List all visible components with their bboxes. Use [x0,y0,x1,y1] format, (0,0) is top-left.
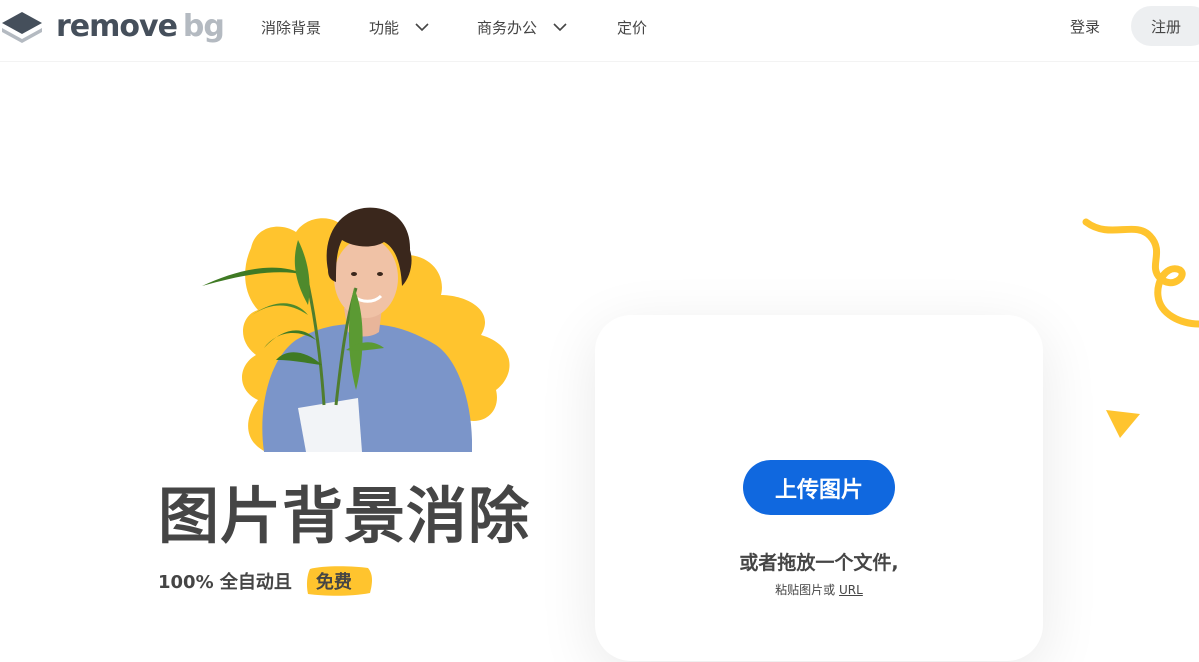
logo-layers-icon [2,12,42,43]
nav-pricing[interactable]: 定价 [617,16,647,38]
paste-image-line: 粘贴图片或 URL [595,581,1043,598]
paste-image-text: 粘贴图片或 [775,583,836,597]
logo-word-remove: remove [56,9,178,44]
logo-wordmark: remove bg [56,9,225,44]
free-badge-label: 免费 [315,572,352,593]
drop-file-text: 或者拖放一个文件, [739,552,899,574]
nav-pricing-label: 定价 [617,18,648,37]
upload-image-button[interactable]: 上传图片 [743,460,895,515]
yellow-squiggle-decoration [1082,218,1199,328]
nav-features[interactable]: 功能 [369,16,429,38]
hero-title: 图片背景消除 [158,481,531,552]
top-navbar: remove bg 消除背景 功能 商务办公 定价 登录 注册 [0,0,1199,62]
hero-subtitle-text: 100% 全自动且 [158,572,292,593]
nav-remove-background-label: 消除背景 [261,18,322,37]
upload-card[interactable]: 上传图片 或者拖放一个文件, 粘贴图片或 URL [595,315,1043,661]
hero-person-with-plant-image [202,207,510,452]
hero-subtitle: 100% 全自动且 免费 [158,565,372,597]
nav-business-label: 商务办公 [477,18,538,37]
nav-business[interactable]: 商务办公 [477,16,567,38]
url-link[interactable]: URL [839,583,863,597]
removebg-logo[interactable]: remove bg [0,9,225,44]
chevron-down-icon [553,22,567,31]
chevron-down-icon [415,22,429,31]
free-badge: 免费 [304,565,372,597]
nav-remove-background[interactable]: 消除背景 [261,16,321,38]
logo-word-bg: bg [182,9,225,44]
login-link[interactable]: 登录 [1070,16,1100,37]
signup-button[interactable]: 注册 [1131,6,1199,46]
nav-features-label: 功能 [369,18,400,37]
yellow-triangle-decoration [1106,410,1140,438]
